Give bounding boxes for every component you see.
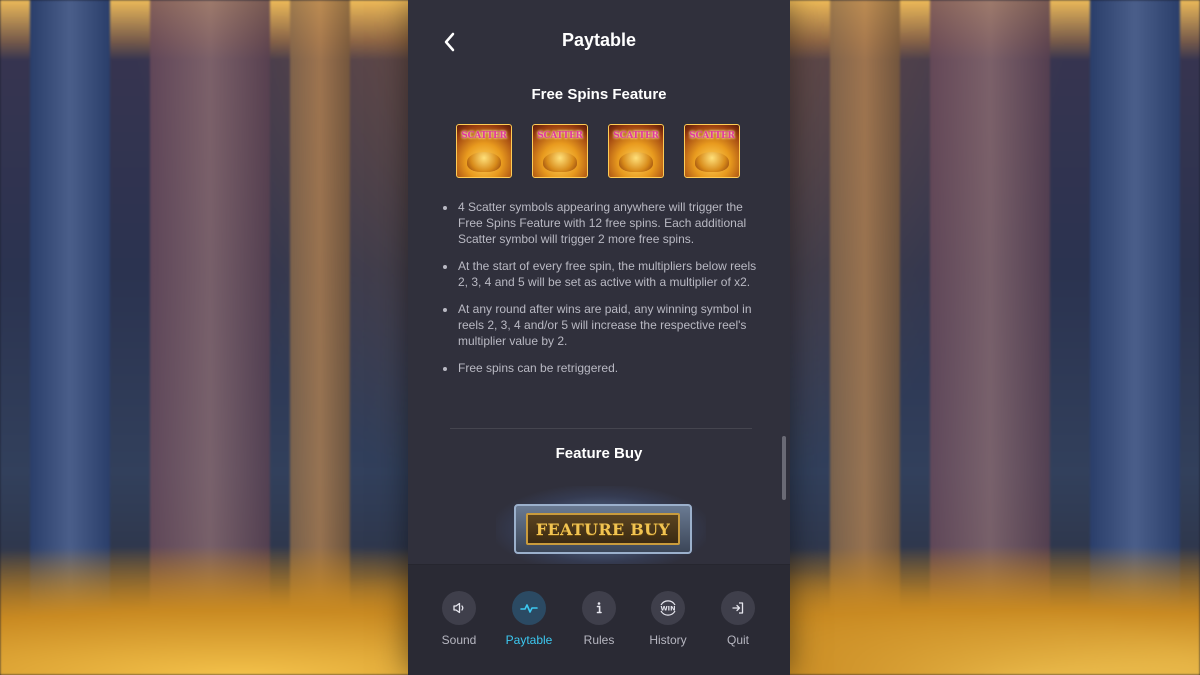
nav-label: Rules (583, 633, 615, 647)
gold-pot-icon (467, 152, 501, 172)
paytable-content[interactable]: Free Spins Feature SCATTER SCATTER SCATT… (408, 84, 790, 564)
pulse-icon (512, 591, 546, 625)
list-item: Free spins can be retriggered. (442, 360, 758, 376)
paytable-panel: Paytable Free Spins Feature SCATTER SCAT… (408, 0, 790, 675)
win-icon: WIN (651, 591, 685, 625)
scatter-label: SCATTER (461, 131, 507, 141)
nav-label: History (649, 633, 687, 647)
nav-label: Sound (441, 633, 477, 647)
feature-buy-button[interactable]: FEATURE BUY (496, 486, 706, 564)
bottom-nav: Sound Paytable Rules WIN History Quit (408, 564, 790, 675)
nav-item-rules[interactable]: Rules (569, 591, 629, 647)
nav-item-sound[interactable]: Sound (429, 591, 489, 647)
scatter-symbol: SCATTER (608, 124, 664, 178)
list-item: At the start of every free spin, the mul… (442, 258, 758, 290)
scatter-symbol: SCATTER (456, 124, 512, 178)
scrollbar-thumb[interactable] (782, 436, 786, 500)
nav-label: Quit (726, 633, 749, 647)
list-item: At any round after wins are paid, any wi… (442, 301, 758, 349)
scatter-label: SCATTER (613, 131, 659, 141)
free-spins-title: Free Spins Feature (531, 86, 667, 103)
page-title: Paytable (561, 30, 637, 50)
list-item: 4 Scatter symbols appearing anywhere wil… (442, 199, 758, 247)
feature-buy-label: FEATURE BUY (535, 519, 671, 539)
scatter-symbols: SCATTER SCATTER SCATTER SCATTER (456, 124, 740, 178)
scatter-symbol: SCATTER (684, 124, 740, 178)
divider (450, 428, 752, 429)
button-face: FEATURE BUY (526, 513, 680, 545)
free-spins-rules: 4 Scatter symbols appearing anywhere wil… (442, 199, 758, 387)
feature-buy-title: Feature Buy (555, 445, 643, 462)
gold-pot-icon (543, 152, 577, 172)
button-frame: FEATURE BUY (514, 504, 692, 554)
scatter-label: SCATTER (689, 131, 735, 141)
panel-header: Paytable (408, 0, 790, 84)
info-icon (582, 591, 616, 625)
scatter-symbol: SCATTER (532, 124, 588, 178)
nav-item-history[interactable]: WIN History (638, 591, 698, 647)
gold-pot-icon (619, 152, 653, 172)
nav-item-quit[interactable]: Quit (708, 591, 768, 647)
scatter-label: SCATTER (537, 131, 583, 141)
nav-label: Paytable (505, 633, 553, 647)
win-icon-text: WIN (660, 605, 675, 613)
speaker-icon (442, 591, 476, 625)
gold-pot-icon (695, 152, 729, 172)
nav-item-paytable[interactable]: Paytable (499, 591, 559, 647)
exit-icon (721, 591, 755, 625)
